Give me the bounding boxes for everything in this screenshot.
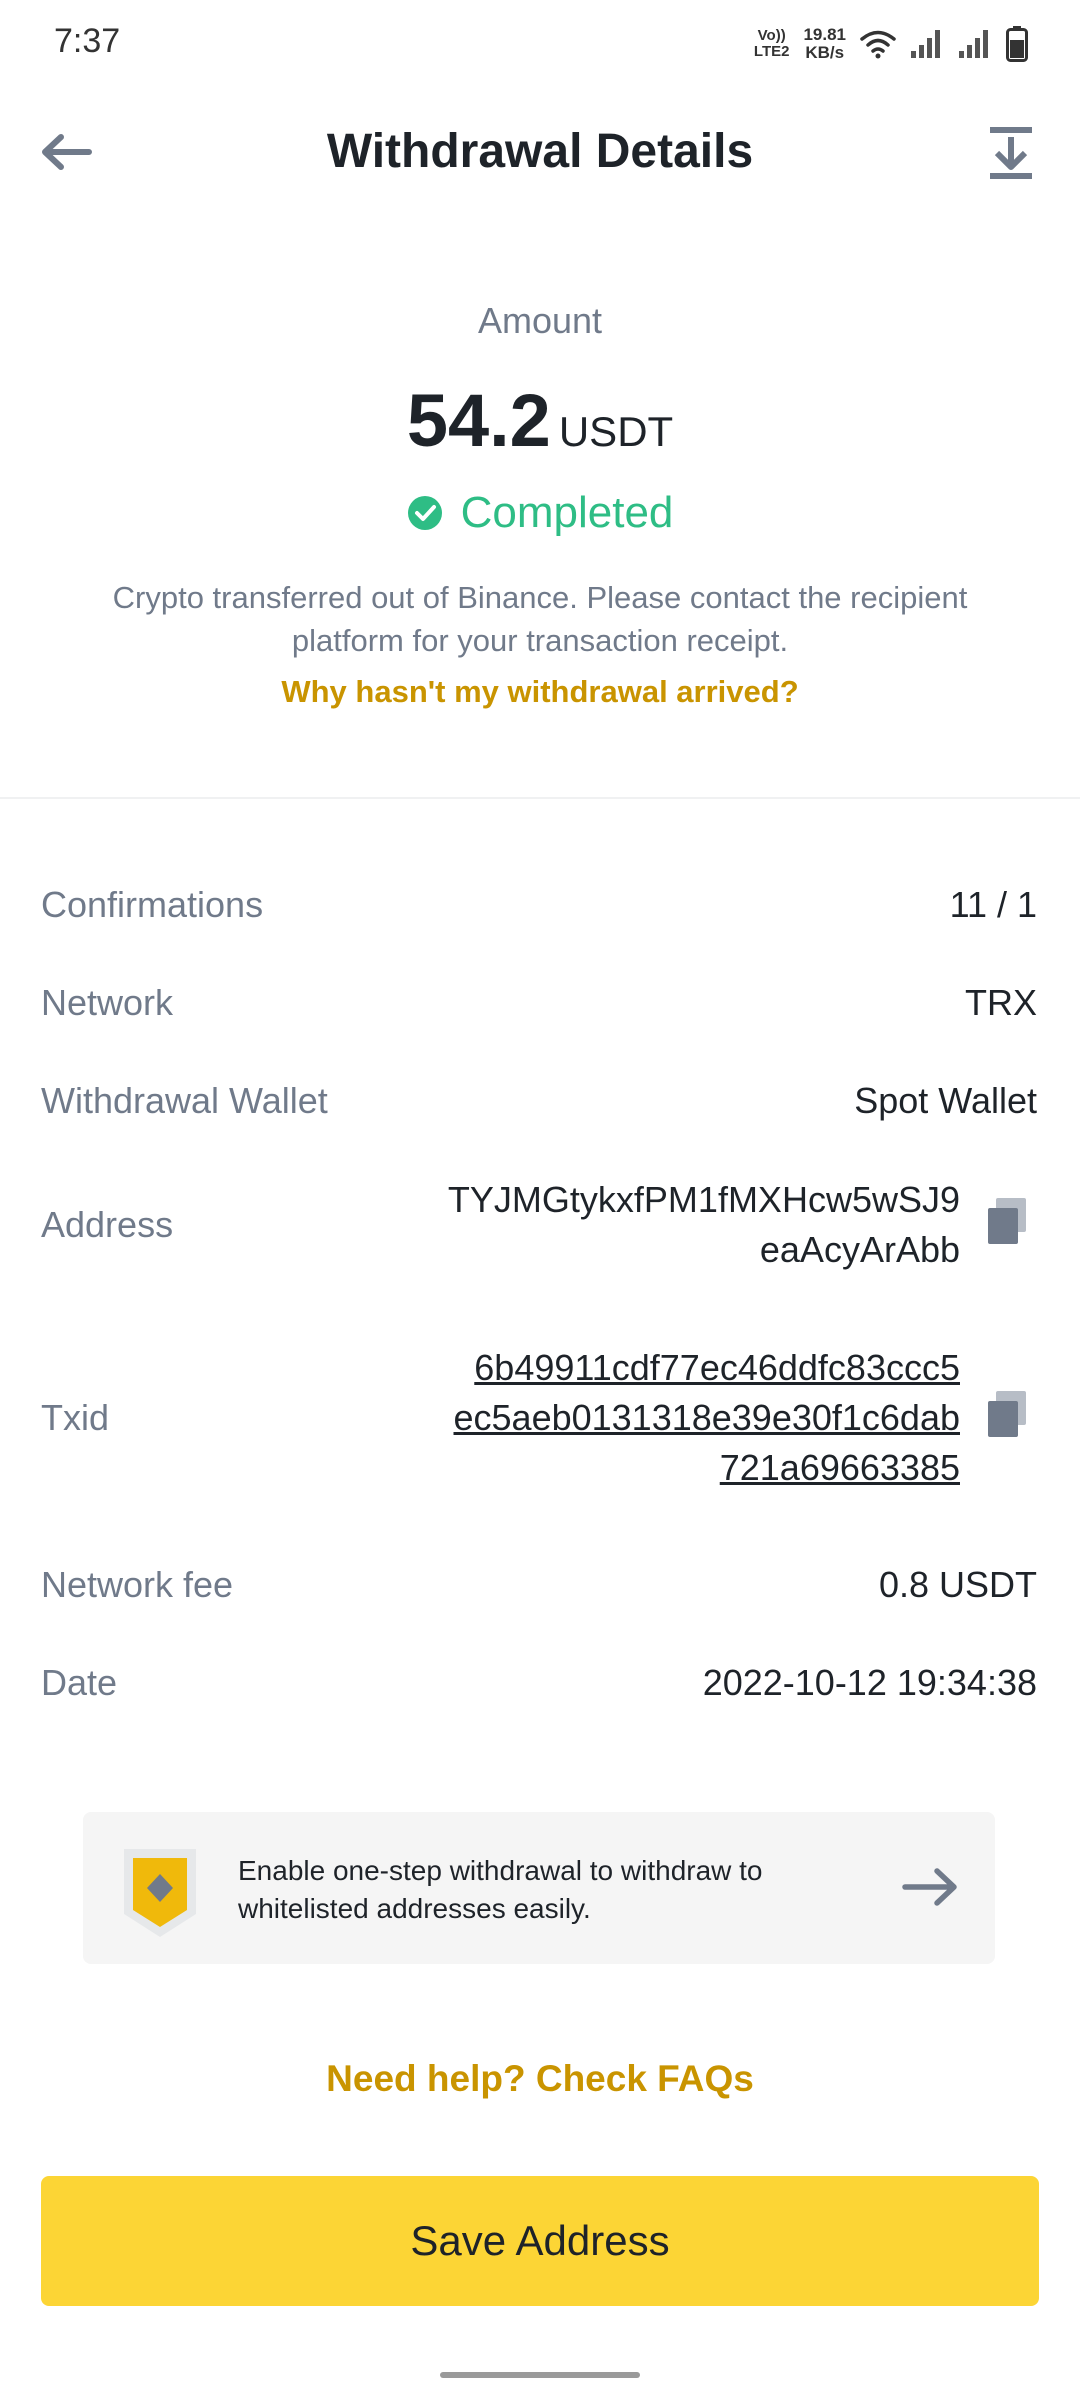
home-indicator[interactable]: [440, 2372, 640, 2378]
status-time: 7:37: [54, 22, 121, 60]
network-value: TRX: [965, 982, 1037, 1023]
one-step-withdrawal-banner[interactable]: Enable one-step withdrawal to withdraw t…: [83, 1812, 995, 1964]
txid-link[interactable]: 6b49911cdf77ec46ddfc83ccc5 ec5aeb0131318…: [454, 1343, 961, 1493]
divider: [0, 797, 1080, 799]
download-icon: [990, 127, 1032, 179]
network-type-indicator: Vo)) LTE2: [754, 28, 790, 60]
amount-unit: USDT: [558, 408, 674, 455]
txid-line: 721a69663385: [719, 1447, 960, 1488]
confirmations-value: 11 / 1: [949, 884, 1037, 925]
date-value: 2022-10-12 19:34:38: [702, 1662, 1037, 1703]
speed-unit: KB/s: [805, 43, 845, 62]
network-label: Network: [41, 982, 174, 1023]
arrow-right-icon: [902, 1868, 957, 1906]
address-line: TYJMGtykxfPM1fMXHcw5wSJ9: [447, 1179, 960, 1220]
address-value: TYJMGtykxfPM1fMXHcw5wSJ9 eaAcyArAbb: [448, 1175, 960, 1275]
withdrawal-help-link[interactable]: Why hasn't my withdrawal arrived?: [0, 674, 1080, 710]
status-text: Completed: [460, 488, 674, 537]
copy-icon[interactable]: [984, 1389, 1030, 1439]
address-line: eaAcyArAbb: [759, 1229, 960, 1270]
status-icons: Vo)) LTE2 19.81 KB/s: [754, 22, 1028, 66]
address-label: Address: [41, 1204, 174, 1245]
txid-line: 6b49911cdf77ec46ddfc83ccc5: [474, 1347, 960, 1388]
page-title: Withdrawal Details: [326, 125, 754, 178]
shield-icon: [124, 1849, 196, 1937]
battery-icon: [1006, 26, 1028, 62]
volte-label: Vo)): [757, 27, 786, 44]
download-receipt-button[interactable]: [978, 120, 1044, 186]
txid-label: Txid: [41, 1397, 110, 1438]
signal-icon: [911, 30, 940, 58]
signal-icon: [959, 30, 988, 58]
wallet-value: Spot Wallet: [854, 1080, 1037, 1121]
banner-text: Enable one-step withdrawal to withdraw t…: [238, 1855, 763, 1924]
check-circle-icon: [407, 496, 442, 530]
confirmations-label: Confirmations: [41, 884, 264, 925]
fee-value: 0.8 USDT: [878, 1564, 1037, 1605]
copy-icon[interactable]: [984, 1196, 1030, 1246]
withdrawal-details-screen: 7:37 Vo)) LTE2 19.81 KB/s Withdrawal Det…: [0, 0, 1080, 2400]
amount-display: 54.2 USDT: [0, 378, 1080, 463]
transfer-notice: Crypto transferred out of Binance. Pleas…: [112, 580, 968, 658]
status-bar: 7:37 Vo)) LTE2 19.81 KB/s: [0, 0, 1080, 88]
network-speed-indicator: 19.81 KB/s: [803, 26, 846, 62]
txid-line: ec5aeb0131318e39e30f1c6dab: [453, 1397, 961, 1438]
status-row: Completed: [0, 488, 1080, 538]
fee-label: Network fee: [41, 1564, 234, 1605]
faq-link[interactable]: Need help? Check FAQs: [0, 2058, 1080, 2100]
speed-value: 19.81: [803, 25, 846, 44]
amount-value: 54.2: [406, 379, 551, 462]
date-label: Date: [41, 1662, 118, 1703]
wallet-label: Withdrawal Wallet: [41, 1080, 328, 1121]
lte-label: LTE2: [753, 43, 790, 60]
amount-label: Amount: [477, 300, 603, 341]
save-address-button[interactable]: Save Address: [41, 2176, 1039, 2306]
header: Withdrawal Details: [0, 100, 1080, 204]
wifi-icon: [860, 30, 896, 59]
